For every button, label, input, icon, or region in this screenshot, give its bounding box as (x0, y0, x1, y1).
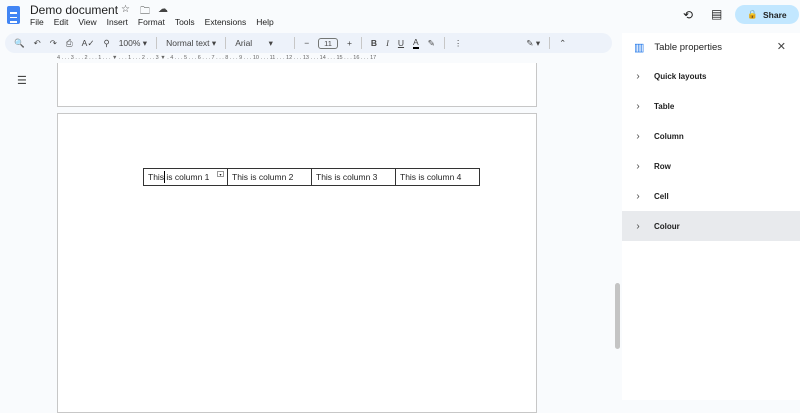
share-button[interactable]: 🔒 Share (735, 5, 799, 24)
table-properties-panel: ▥ Table properties ✕ › Quick layouts › Tabl… (622, 33, 800, 400)
increase-font-size-button[interactable]: + (347, 38, 352, 48)
search-icon[interactable]: 🔍 (14, 38, 25, 49)
font-select[interactable]: Arial ▾ (235, 38, 285, 49)
close-icon[interactable]: ✕ (777, 40, 786, 53)
panel-title: Table properties (654, 42, 723, 53)
divider (360, 37, 362, 49)
star-icon[interactable]: ☆ (121, 4, 130, 15)
cell-text: This is column 3 (316, 172, 378, 182)
style-select[interactable]: Normal text ▾ (166, 38, 216, 49)
section-label: Quick layouts (654, 71, 707, 81)
section-quick-layouts[interactable]: › Quick layouts (622, 61, 800, 91)
menu-help[interactable]: Help (256, 17, 273, 27)
section-label: Table (654, 101, 675, 111)
section-colour[interactable]: › Colour (622, 211, 800, 241)
table-cell[interactable]: This is column 3 (311, 168, 396, 186)
section-cell[interactable]: › Cell (622, 181, 800, 211)
divider (549, 37, 551, 49)
style-value: Normal text (166, 37, 210, 48)
section-label: Row (654, 161, 671, 171)
section-row[interactable]: › Row (622, 151, 800, 181)
cell-text: This is column 4 (400, 172, 462, 182)
toolbar: 🔍 ↶ ↷ ⎙ A✓ ⚲ 100% ▾ Normal text ▾ Arial … (5, 33, 612, 53)
scrollbar[interactable] (615, 283, 620, 349)
section-label: Colour (654, 221, 680, 231)
font-size-input[interactable]: 11 (318, 37, 338, 49)
font-value: Arial (235, 37, 253, 48)
chevron-right-icon: › (636, 70, 640, 82)
cell-text: This is column 1 (148, 172, 210, 182)
section-column[interactable]: › Column (622, 121, 800, 151)
chevron-right-icon: › (636, 190, 640, 202)
decrease-font-size-button[interactable]: − (304, 38, 309, 48)
collapse-toolbar-icon[interactable]: ⌃ (559, 38, 566, 49)
more-icon[interactable]: ⋮ (454, 38, 463, 49)
history-icon[interactable]: ⟲ (683, 8, 693, 22)
divider (156, 37, 158, 49)
document-table: This is column 1 ▾ This is column 2 This … (143, 168, 480, 186)
divider (225, 37, 227, 49)
page-1 (57, 63, 537, 107)
chevron-right-icon: › (636, 130, 640, 142)
table-cell[interactable]: This is column 4 (395, 168, 480, 186)
text-cursor (164, 171, 165, 183)
divider (294, 37, 296, 49)
zoom-value: 100% (118, 37, 141, 48)
page-2 (57, 113, 537, 413)
lock-icon: 🔒 (747, 9, 758, 19)
italic-icon[interactable]: I (386, 38, 389, 48)
outline-icon[interactable]: ☰ (17, 74, 27, 87)
editing-mode-icon[interactable]: ✎ ▾ (526, 38, 540, 49)
menu-view[interactable]: View (78, 17, 96, 27)
chevron-right-icon: › (636, 160, 640, 172)
menu-bar: File Edit View Insert Format Tools Exten… (30, 17, 284, 27)
paint-format-icon[interactable]: ⚲ (103, 38, 109, 49)
cell-text: This is column 2 (232, 172, 294, 182)
docs-logo[interactable] (7, 6, 20, 24)
underline-icon[interactable]: U (398, 38, 404, 48)
text-color-icon[interactable]: A (413, 37, 419, 49)
menu-extensions[interactable]: Extensions (205, 17, 247, 27)
section-label: Cell (654, 191, 669, 201)
zoom-select[interactable]: 100% ▾ (119, 38, 147, 49)
menu-format[interactable]: Format (138, 17, 165, 27)
bold-icon[interactable]: B (371, 38, 377, 48)
share-label: Share (762, 9, 787, 20)
cell-menu-icon[interactable]: ▾ (217, 171, 224, 177)
comment-icon[interactable]: ▤ (711, 7, 722, 21)
section-table[interactable]: › Table (622, 91, 800, 121)
document-title[interactable]: Demo document (30, 3, 118, 17)
menu-file[interactable]: File (30, 17, 44, 27)
table-cell[interactable]: This is column 2 (227, 168, 312, 186)
table-icon: ▥ (634, 42, 645, 54)
chevron-right-icon: › (636, 100, 640, 112)
highlight-icon[interactable]: ✎ (428, 38, 435, 49)
spellcheck-icon[interactable]: A✓ (82, 38, 95, 49)
chevron-right-icon: › (636, 220, 640, 232)
menu-tools[interactable]: Tools (175, 17, 195, 27)
section-label: Column (654, 131, 684, 141)
menu-edit[interactable]: Edit (54, 17, 69, 27)
table-cell[interactable]: This is column 1 ▾ (143, 168, 228, 186)
redo-icon[interactable]: ↷ (50, 38, 57, 49)
divider (443, 37, 445, 49)
panel-header: ▥ Table properties (634, 41, 722, 54)
undo-icon[interactable]: ↶ (34, 38, 41, 49)
cloud-status-icon[interactable]: ☁ (158, 4, 168, 15)
print-icon[interactable]: ⎙ (66, 38, 73, 49)
menu-insert[interactable]: Insert (107, 17, 128, 27)
